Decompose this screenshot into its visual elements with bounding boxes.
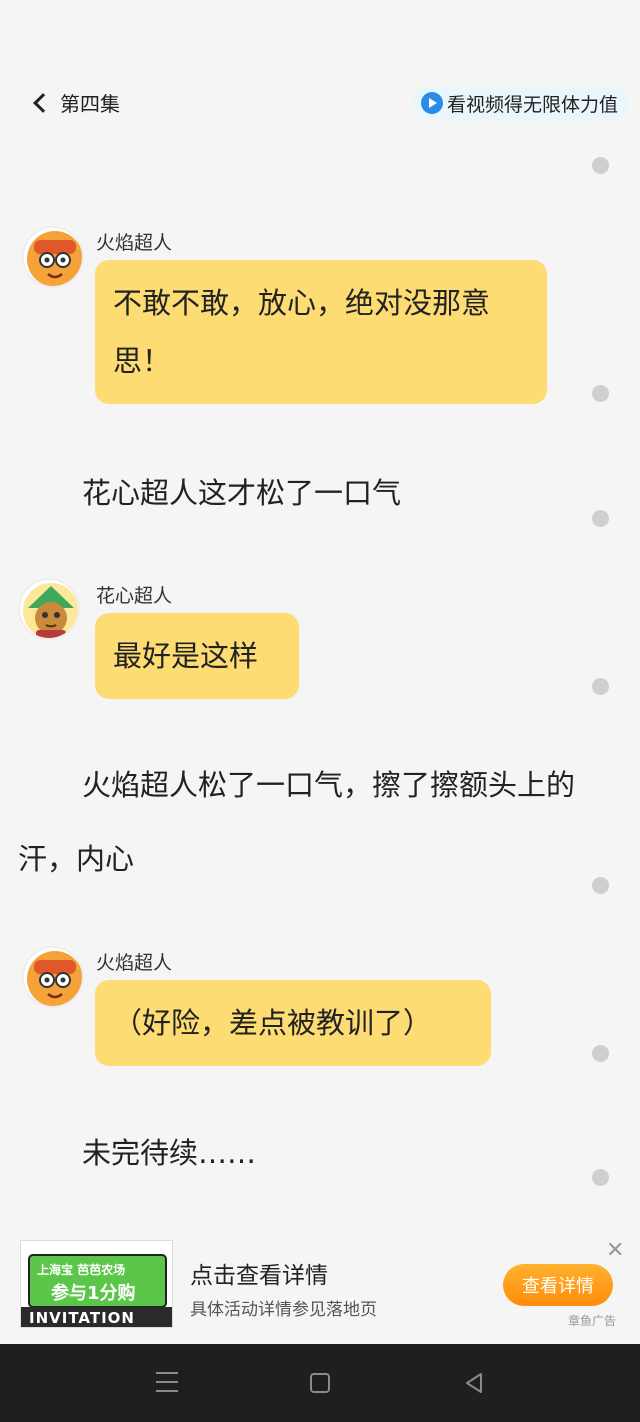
back-triangle-icon[interactable] [463,1372,485,1394]
paragraph-marker[interactable] [592,877,609,894]
ad-image-text: INVITATION [29,1309,135,1327]
avatar-playboy-hero[interactable] [18,578,80,640]
chat-bubble[interactable]: 最好是这样 [95,613,299,699]
episode-title: 第四集 [60,92,120,116]
home-icon[interactable] [310,1373,330,1393]
menu-icon[interactable] [156,1372,178,1392]
ad-view-details-button[interactable]: 查看详情 [503,1264,613,1306]
avatar-fire-hero[interactable] [22,946,84,1008]
ad-subtitle: 具体活动详情参见落地页 [190,1300,377,1320]
narration-text: 未完待续…… [82,1136,257,1170]
ad-image-text: 上海宝 芭芭农场 [37,1263,126,1277]
speaker-name: 火焰超人 [96,952,173,974]
ad-title[interactable]: 点击查看详情 [190,1256,328,1290]
ad-source-tag: 章鱼广告 [568,1314,617,1328]
back-button[interactable]: 第四集 [30,88,120,117]
narration-text: 花心超人这才松了一口气 [82,476,402,510]
chevron-left-icon [33,92,53,113]
narration-text: 火焰超人松了一口气，擦了擦额头上的汗，内心 [18,768,576,876]
watch-video-promo-button[interactable]: 看视频得无限体力值 [412,86,628,120]
paragraph-marker[interactable] [592,1045,609,1062]
paragraph-marker[interactable] [592,1169,609,1186]
paragraph-marker[interactable] [592,157,609,174]
speaker-name: 花心超人 [96,585,173,607]
close-icon[interactable]: ✕ [606,1238,624,1263]
ad-image-text: 参与1分购 [51,1283,136,1304]
play-icon [420,92,443,114]
speaker-name: 火焰超人 [96,232,173,254]
paragraph-marker[interactable] [592,510,609,527]
ad-image[interactable]: 上海宝 芭芭农场 参与1分购 INVITATION [20,1240,173,1328]
paragraph-marker[interactable] [592,385,609,402]
chat-bubble[interactable]: 不敢不敢，放心，绝对没那意思！ [95,260,547,404]
promo-label: 看视频得无限体力值 [446,93,618,116]
chat-bubble[interactable]: （好险，差点被教训了） [95,980,491,1066]
avatar-fire-hero[interactable] [22,226,84,288]
paragraph-marker[interactable] [592,678,609,695]
